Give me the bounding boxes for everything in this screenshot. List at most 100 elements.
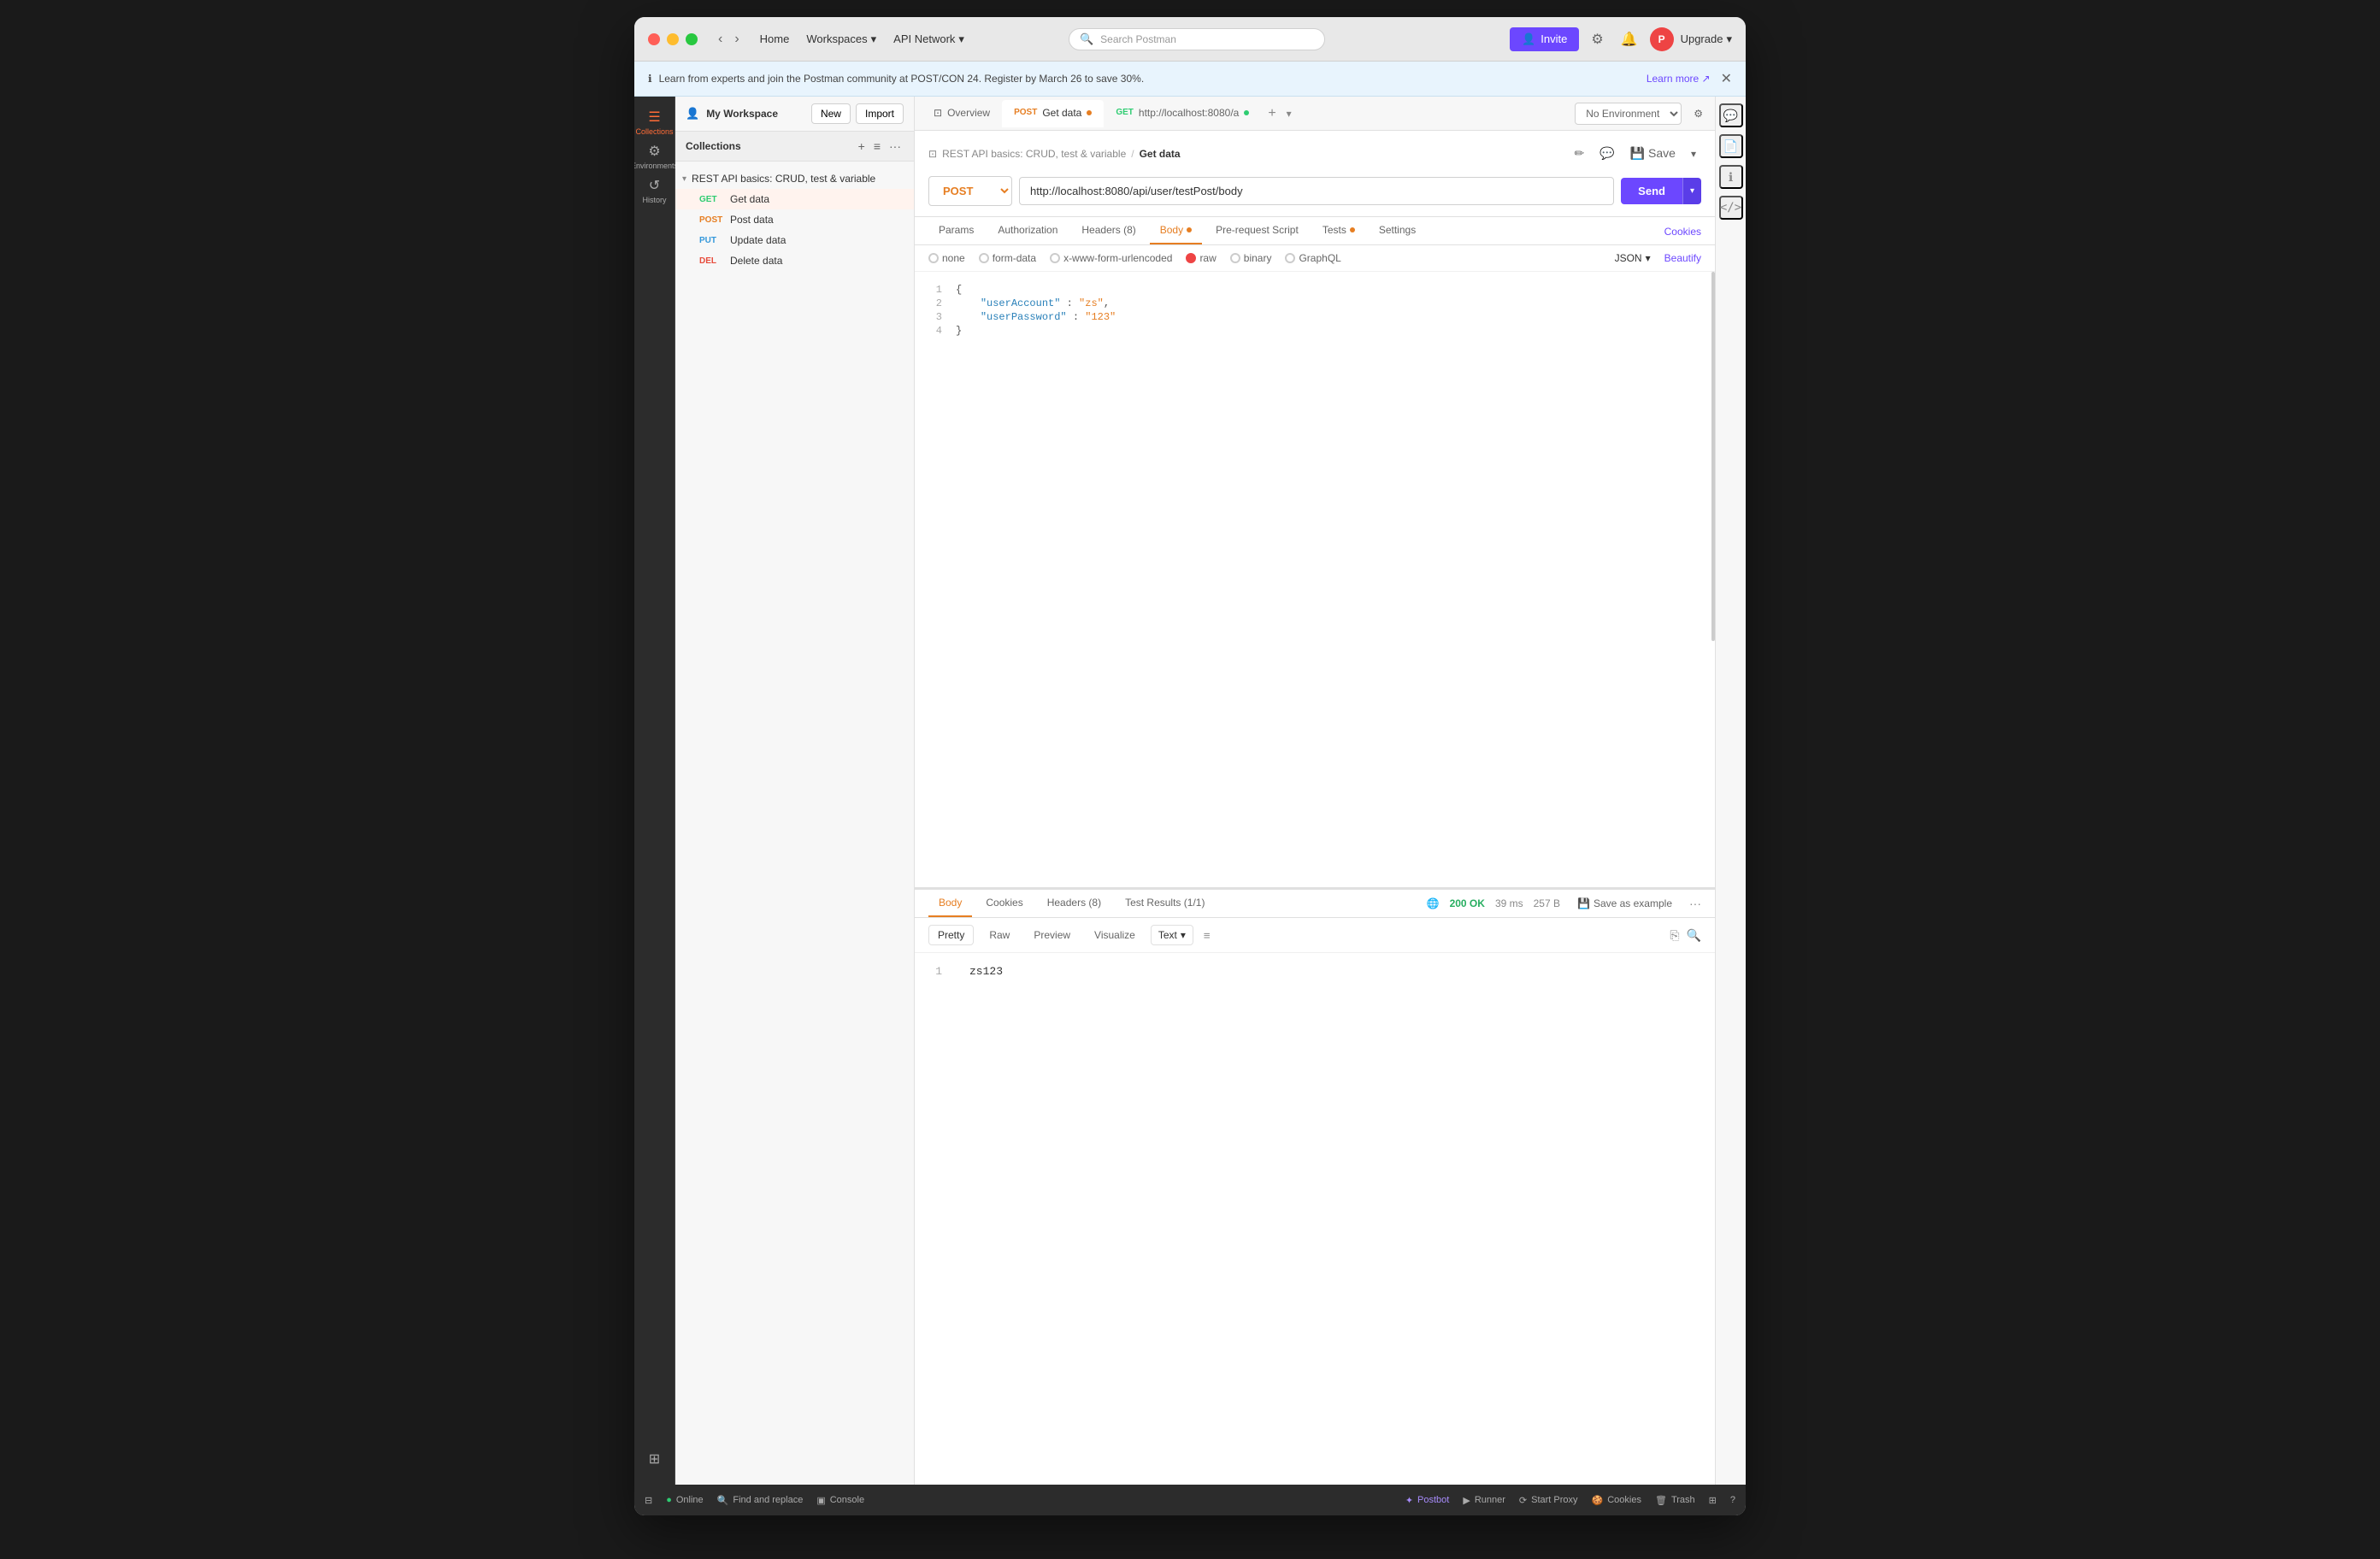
rs-code-button[interactable]: </> xyxy=(1719,196,1743,220)
req-tab-headers[interactable]: Headers (8) xyxy=(1071,217,1146,244)
edit-name-button[interactable]: ✏ xyxy=(1570,141,1590,166)
radio-urlencoded-dot xyxy=(1050,253,1060,263)
format-preview-button[interactable]: Preview xyxy=(1025,926,1079,944)
save-dropdown-button[interactable]: ▾ xyxy=(1686,141,1701,166)
forward-button[interactable]: › xyxy=(731,28,742,50)
comments-button[interactable]: 💬 xyxy=(1594,141,1619,166)
request-item-post-data[interactable]: POST Post data xyxy=(675,209,914,230)
json-format-selector[interactable]: JSON ▾ xyxy=(1615,252,1651,264)
radio-graphql[interactable]: GraphQL xyxy=(1285,252,1340,264)
req-tab-authorization[interactable]: Authorization xyxy=(987,217,1068,244)
new-button[interactable]: New xyxy=(811,103,851,124)
sort-button[interactable]: ≡ xyxy=(871,137,883,156)
learn-more-link[interactable]: Learn more ↗ xyxy=(1647,73,1711,85)
filter-button[interactable]: ≡ xyxy=(1200,926,1214,945)
tab-overview[interactable]: ⊡ Overview xyxy=(922,100,1002,127)
grid-button[interactable]: ⊞ xyxy=(1709,1495,1717,1506)
cookies-link[interactable]: Cookies xyxy=(1664,226,1701,238)
title-bar: ‹ › Home Workspaces ▾ API Network ▾ 🔍 Se… xyxy=(634,17,1746,62)
sidebar-toggle-button[interactable]: ⊟ xyxy=(645,1495,652,1506)
tab-post-get-data[interactable]: POST Get data xyxy=(1002,100,1104,127)
rs-info-button[interactable]: ℹ xyxy=(1719,165,1743,189)
req-tab-tests[interactable]: Tests xyxy=(1312,217,1365,244)
search-response-button[interactable]: 🔍 xyxy=(1687,928,1701,943)
resp-tab-headers[interactable]: Headers (8) xyxy=(1037,890,1111,917)
radio-binary[interactable]: binary xyxy=(1230,252,1272,264)
environment-select[interactable]: No Environment xyxy=(1575,103,1682,125)
req-tab-pre-request[interactable]: Pre-request Script xyxy=(1205,217,1309,244)
home-nav[interactable]: Home xyxy=(753,29,797,49)
request-item-get-data[interactable]: GET Get data xyxy=(675,189,914,209)
runner-button[interactable]: ▶ Runner xyxy=(1463,1495,1505,1506)
upgrade-button[interactable]: Upgrade ▾ xyxy=(1681,32,1732,46)
tabs-bar: ⊡ Overview POST Get data GET http://loca… xyxy=(915,97,1715,131)
beautify-button[interactable]: Beautify xyxy=(1664,252,1701,264)
resp-tab-cookies[interactable]: Cookies xyxy=(975,890,1033,917)
postbot-button[interactable]: ✦ Postbot xyxy=(1405,1495,1450,1506)
sidebar-item-more[interactable]: ⊞ xyxy=(639,1444,670,1474)
close-banner-button[interactable]: ✕ xyxy=(1721,70,1732,87)
more-options-button[interactable]: ··· xyxy=(887,137,904,156)
add-collection-button[interactable]: + xyxy=(856,137,868,156)
request-item-put-data[interactable]: PUT Update data xyxy=(675,230,914,250)
invite-button[interactable]: 👤 Invite xyxy=(1510,27,1579,51)
minimize-button[interactable] xyxy=(667,33,679,45)
collections-label: Collections xyxy=(635,127,673,136)
online-status[interactable]: ● Online xyxy=(666,1495,703,1505)
format-pretty-button[interactable]: Pretty xyxy=(928,925,974,945)
notifications-button[interactable]: 🔔 xyxy=(1616,26,1643,53)
env-options-button[interactable]: ⚙ xyxy=(1688,103,1708,125)
radio-raw[interactable]: raw xyxy=(1186,252,1216,264)
rs-request-docs-button[interactable]: 📄 xyxy=(1719,134,1743,158)
radio-form-data[interactable]: form-data xyxy=(979,252,1036,264)
radio-urlencoded[interactable]: x-www-form-urlencoded xyxy=(1050,252,1172,264)
find-replace-button[interactable]: 🔍 Find and replace xyxy=(717,1495,804,1506)
format-raw-button[interactable]: Raw xyxy=(981,926,1018,944)
environment-selector[interactable]: No Environment ⚙ xyxy=(1575,103,1708,125)
close-button[interactable] xyxy=(648,33,660,45)
resp-tab-body[interactable]: Body xyxy=(928,890,972,917)
fullscreen-button[interactable] xyxy=(686,33,698,45)
resp-tab-test-results[interactable]: Test Results (1/1) xyxy=(1115,890,1215,917)
format-type-selector[interactable]: Text ▾ xyxy=(1151,925,1193,945)
cookies-bottom-button[interactable]: 🍪 Cookies xyxy=(1592,1495,1641,1506)
start-proxy-button[interactable]: ⟳ Start Proxy xyxy=(1519,1495,1578,1506)
request-body-editor[interactable]: 1 { 2 "userAccount" : "zs", 3 "userPassw… xyxy=(915,272,1715,888)
back-button[interactable]: ‹ xyxy=(715,28,726,50)
console-button[interactable]: ▣ Console xyxy=(816,1495,864,1506)
response-more-button[interactable]: ··· xyxy=(1689,897,1701,910)
sidebar-item-collections[interactable]: ☰ Collections xyxy=(639,107,670,138)
radio-binary-dot xyxy=(1230,253,1240,263)
rs-comments-button[interactable]: 💬 xyxy=(1719,103,1743,127)
req-tab-body[interactable]: Body xyxy=(1150,217,1202,244)
editor-scrollbar[interactable] xyxy=(1711,272,1715,641)
save-as-example-button[interactable]: 💾 Save as example xyxy=(1570,894,1679,913)
request-item-delete-data[interactable]: DEL Delete data xyxy=(675,250,914,271)
url-input[interactable] xyxy=(1019,177,1614,205)
import-button[interactable]: Import xyxy=(856,103,904,124)
req-tab-params[interactable]: Params xyxy=(928,217,984,244)
collection-header[interactable]: ▾ REST API basics: CRUD, test & variable xyxy=(675,168,914,189)
trash-button[interactable]: 🗑 Trash xyxy=(1655,1495,1695,1506)
send-button[interactable]: Send xyxy=(1621,178,1682,204)
response-format-bar: Pretty Raw Preview Visualize Text ▾ ≡ ⎘ … xyxy=(915,918,1715,953)
method-select[interactable]: POST GET PUT DELETE xyxy=(928,176,1012,206)
sidebar-item-history[interactable]: ↺ History xyxy=(639,175,670,206)
copy-response-button[interactable]: ⎘ xyxy=(1670,928,1679,943)
tab-overflow-button[interactable]: ▾ xyxy=(1283,104,1295,123)
tab-get-localhost[interactable]: GET http://localhost:8080/a xyxy=(1104,100,1261,127)
trash-icon: 🗑 xyxy=(1655,1495,1667,1506)
sidebar-item-environments[interactable]: ⚙ Environments xyxy=(639,141,670,172)
avatar[interactable]: P xyxy=(1650,27,1674,51)
send-dropdown-button[interactable]: ▾ xyxy=(1682,178,1701,204)
help-button[interactable]: ? xyxy=(1730,1495,1735,1506)
save-button[interactable]: 💾 Save xyxy=(1625,141,1681,166)
search-bar[interactable]: 🔍 Search Postman xyxy=(1069,28,1325,50)
settings-button[interactable]: ⚙ xyxy=(1586,26,1608,53)
add-tab-button[interactable]: + xyxy=(1261,103,1282,125)
req-tab-settings[interactable]: Settings xyxy=(1369,217,1426,244)
format-visualize-button[interactable]: Visualize xyxy=(1086,926,1144,944)
api-network-nav[interactable]: API Network ▾ xyxy=(887,29,971,50)
workspaces-nav[interactable]: Workspaces ▾ xyxy=(799,29,883,50)
radio-none[interactable]: none xyxy=(928,252,965,264)
